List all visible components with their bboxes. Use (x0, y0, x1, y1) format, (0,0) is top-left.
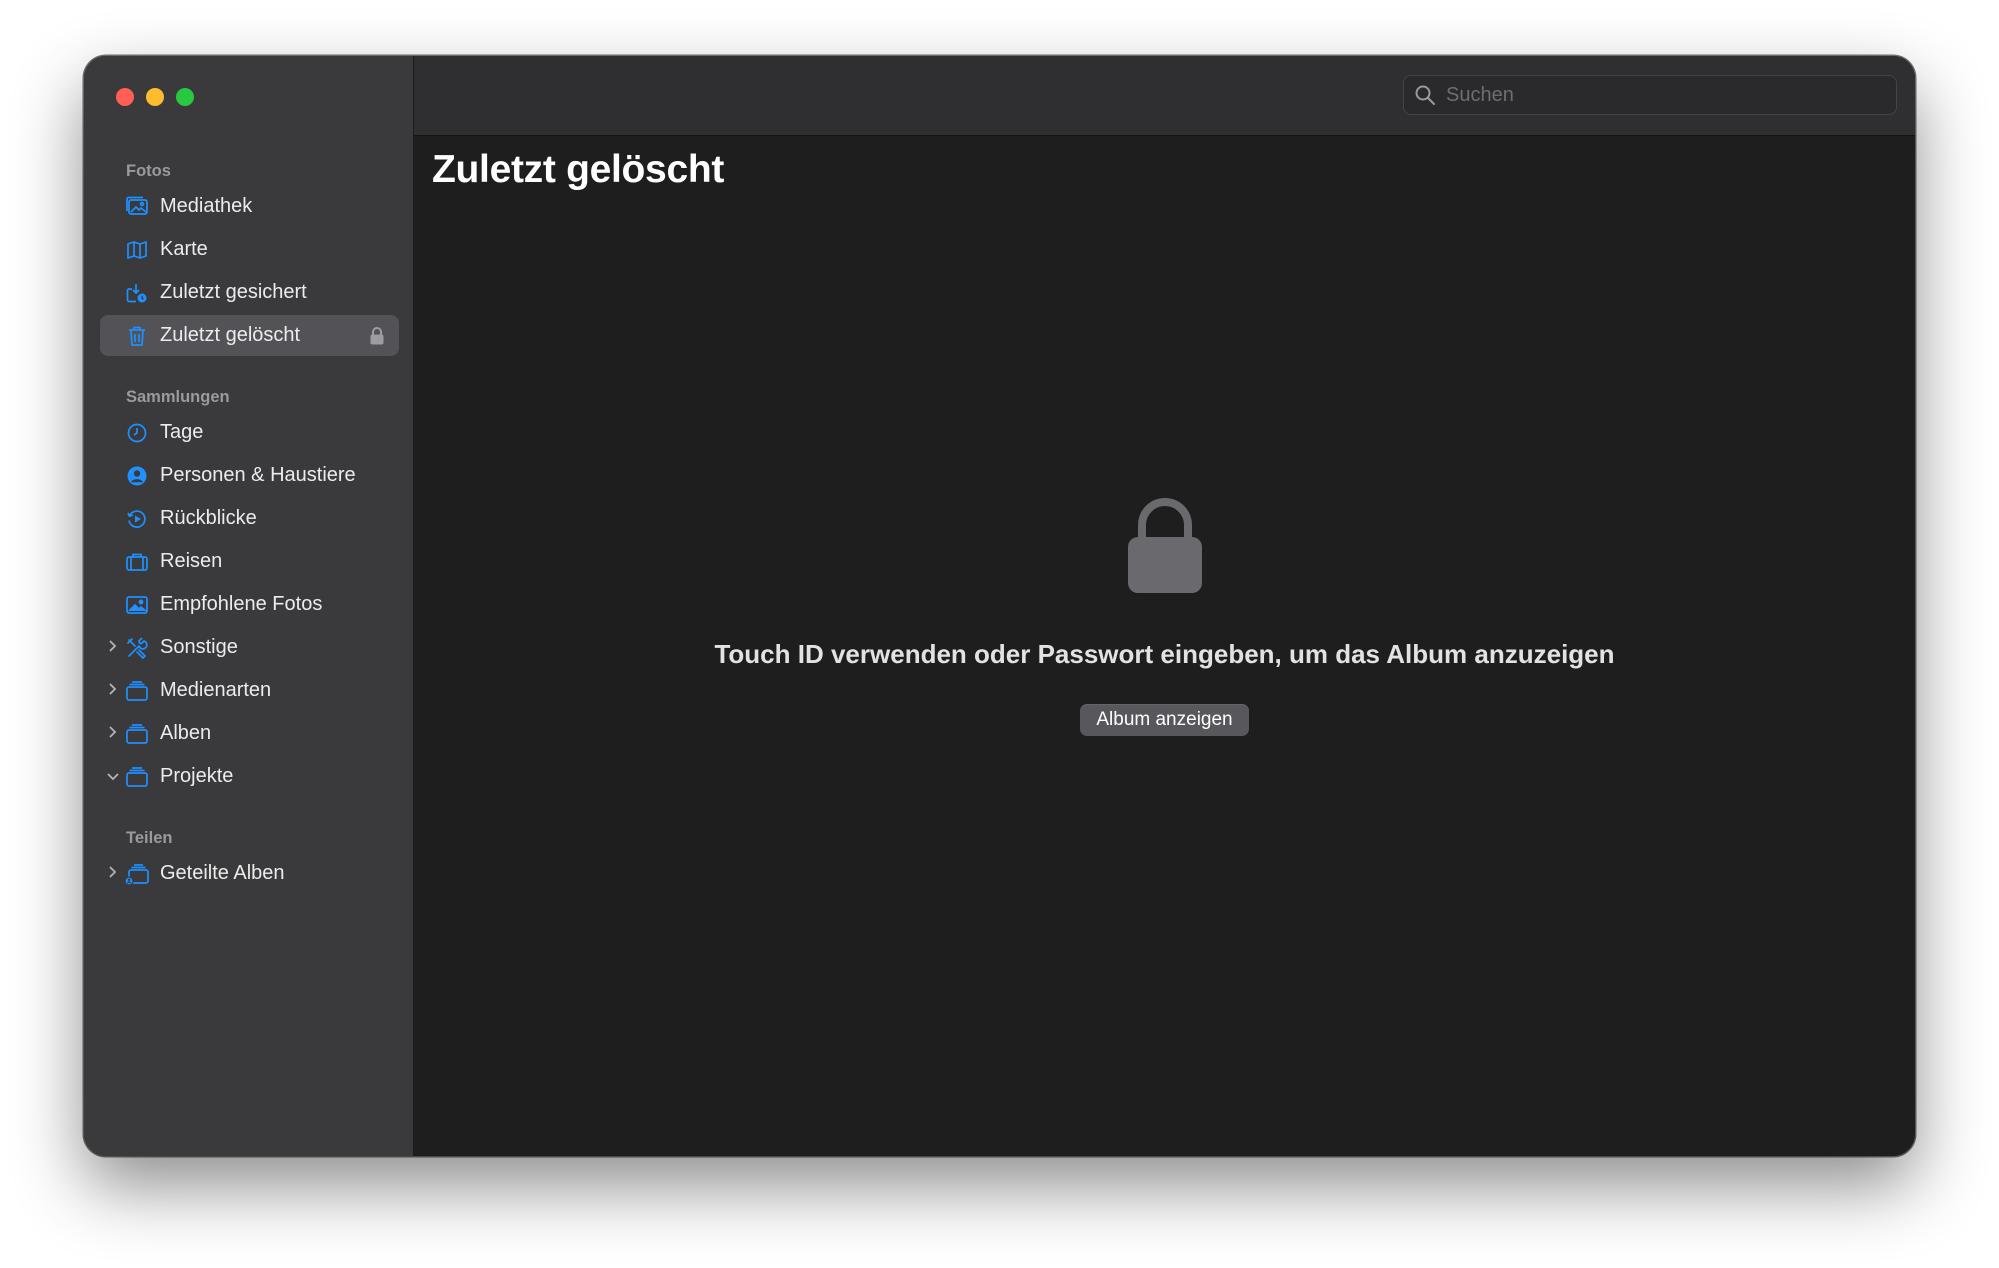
sidebar-item-label: Karte (160, 238, 208, 260)
photos-window: Fotos Mediathek Karte Zuletzt gesichert … (84, 56, 1915, 1156)
lock-icon (1127, 498, 1202, 593)
sidebar-item-mediathek[interactable]: Mediathek (100, 186, 399, 227)
sidebar-item-geteilte-alben[interactable]: Geteilte Alben (100, 853, 399, 894)
sidebar-item-label: Mediathek (160, 195, 253, 217)
sidebar-item-projekte[interactable]: Projekte (100, 756, 399, 797)
sidebar-item-label: Medienarten (160, 679, 272, 701)
sidebar-item-label: Rückblicke (160, 507, 257, 529)
clock-icon (124, 420, 150, 446)
zoom-window-button[interactable] (176, 88, 194, 106)
person-icon (124, 463, 150, 489)
search-icon (1414, 84, 1436, 106)
sidebar-item-label: Reisen (160, 550, 223, 572)
close-window-button[interactable] (116, 88, 134, 106)
main-content: Zuletzt gelöscht Touch ID verwenden oder… (414, 56, 1915, 1156)
sidebar-item-alben[interactable]: Alben (100, 713, 399, 754)
recently-saved-icon (124, 280, 150, 306)
sidebar-item-label: Tage (160, 421, 204, 443)
suitcase-icon (124, 549, 150, 575)
sidebar-item-zuletzt-gesichert[interactable]: Zuletzt gesichert (100, 272, 399, 313)
folder-stack-icon (124, 764, 150, 790)
chevron-right-icon[interactable] (106, 682, 118, 700)
featured-photo-icon (124, 592, 150, 618)
sidebar-item-label: Projekte (160, 765, 234, 787)
chevron-right-icon[interactable] (106, 639, 118, 657)
memories-icon (124, 506, 150, 532)
search-field[interactable] (1403, 75, 1897, 115)
sidebar-item-personen-haustiere[interactable]: Personen & Haustiere (100, 455, 399, 496)
sidebar-item-label: Sonstige (160, 636, 238, 658)
sidebar-item-reisen[interactable]: Reisen (100, 541, 399, 582)
sidebar-item-label: Alben (160, 722, 212, 744)
locked-message: Touch ID verwenden oder Passwort eingebe… (714, 639, 1615, 669)
sidebar-item-rueckblicke[interactable]: Rückblicke (100, 498, 399, 539)
sidebar-item-empfohlene-fotos[interactable]: Empfohlene Fotos (100, 584, 399, 625)
sidebar-item-label: Zuletzt gelöscht (160, 324, 301, 346)
chevron-right-icon[interactable] (106, 725, 118, 743)
chevron-down-icon[interactable] (106, 768, 119, 785)
sidebar-item-karte[interactable]: Karte (100, 229, 399, 270)
sidebar-item-sonstige[interactable]: Sonstige (100, 627, 399, 668)
sidebar-item-medienarten[interactable]: Medienarten (100, 670, 399, 711)
section-title-sammlungen: Sammlungen (126, 388, 230, 406)
photo-library-icon (124, 194, 150, 220)
locked-album-panel: Touch ID verwenden oder Passwort eingebe… (414, 489, 1915, 736)
map-icon (124, 237, 150, 263)
window-controls (116, 88, 194, 106)
sidebar-item-label: Personen & Haustiere (160, 464, 356, 486)
minimize-window-button[interactable] (146, 88, 164, 106)
sidebar-item-label: Empfohlene Fotos (160, 593, 323, 615)
search-input[interactable] (1444, 82, 1868, 108)
sidebar-item-label: Geteilte Alben (160, 862, 285, 884)
sidebar-item-label: Zuletzt gesichert (160, 281, 307, 303)
sidebar-item-tage[interactable]: Tage (100, 412, 399, 453)
lock-icon (369, 326, 385, 346)
shared-albums-icon (124, 861, 150, 887)
section-title-fotos: Fotos (126, 162, 171, 180)
toolbar (414, 56, 1915, 136)
trash-icon (124, 323, 150, 349)
section-title-teilen: Teilen (126, 829, 173, 847)
folder-stack-icon (124, 678, 150, 704)
sidebar-nav: Fotos Mediathek Karte Zuletzt gesichert … (100, 156, 399, 896)
tools-icon (124, 635, 150, 661)
sidebar: Fotos Mediathek Karte Zuletzt gesichert … (84, 56, 414, 1156)
show-album-button[interactable]: Album anzeigen (1080, 704, 1249, 736)
sidebar-item-zuletzt-geloescht[interactable]: Zuletzt gelöscht (100, 315, 399, 356)
page-title: Zuletzt gelöscht (432, 148, 725, 191)
chevron-right-icon[interactable] (106, 865, 118, 883)
folder-stack-icon (124, 721, 150, 747)
